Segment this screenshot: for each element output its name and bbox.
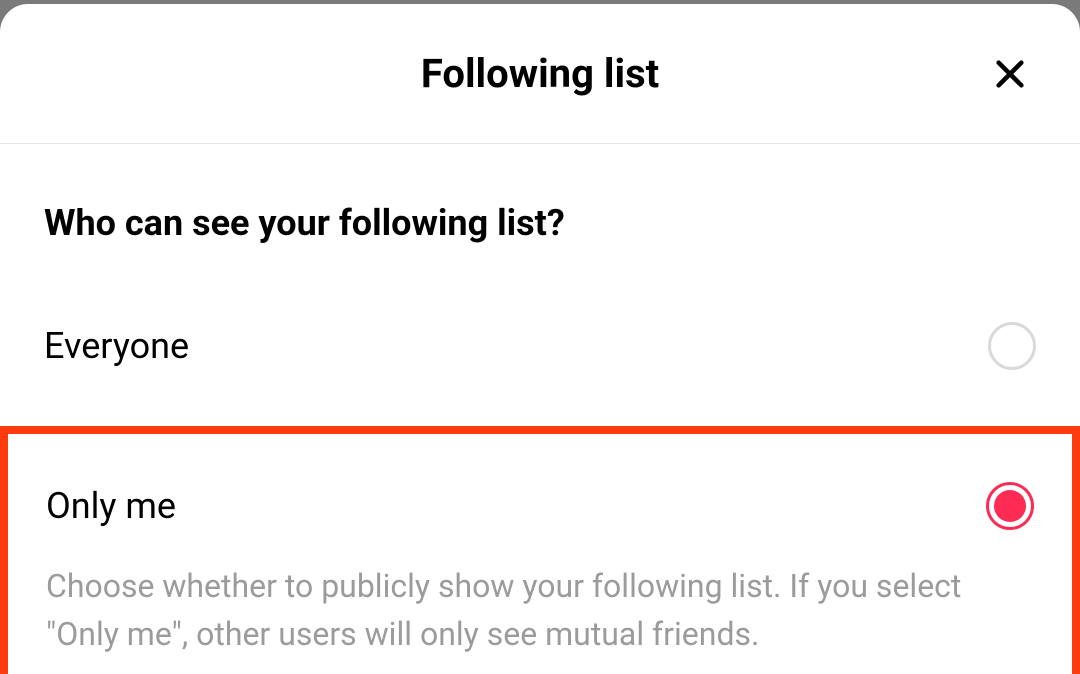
option-only-me[interactable]: Only me [46, 474, 1034, 538]
modal-content: Who can see your following list? Everyon… [0, 144, 1080, 674]
modal-title: Following list [421, 50, 659, 97]
close-icon [993, 57, 1027, 91]
close-button[interactable] [988, 52, 1032, 96]
privacy-question: Who can see your following list? [44, 202, 1036, 244]
option-description: Choose whether to publicly show your fol… [46, 562, 1034, 658]
option-label: Everyone [44, 325, 189, 367]
option-everyone[interactable]: Everyone [44, 314, 1036, 378]
following-list-modal: Following list Who can see your followin… [0, 4, 1080, 674]
option-label: Only me [46, 485, 176, 527]
highlighted-selection: Only me Choose whether to publicly show … [0, 426, 1080, 674]
radio-unselected [988, 322, 1036, 370]
modal-header: Following list [0, 4, 1080, 144]
radio-selected [986, 482, 1034, 530]
